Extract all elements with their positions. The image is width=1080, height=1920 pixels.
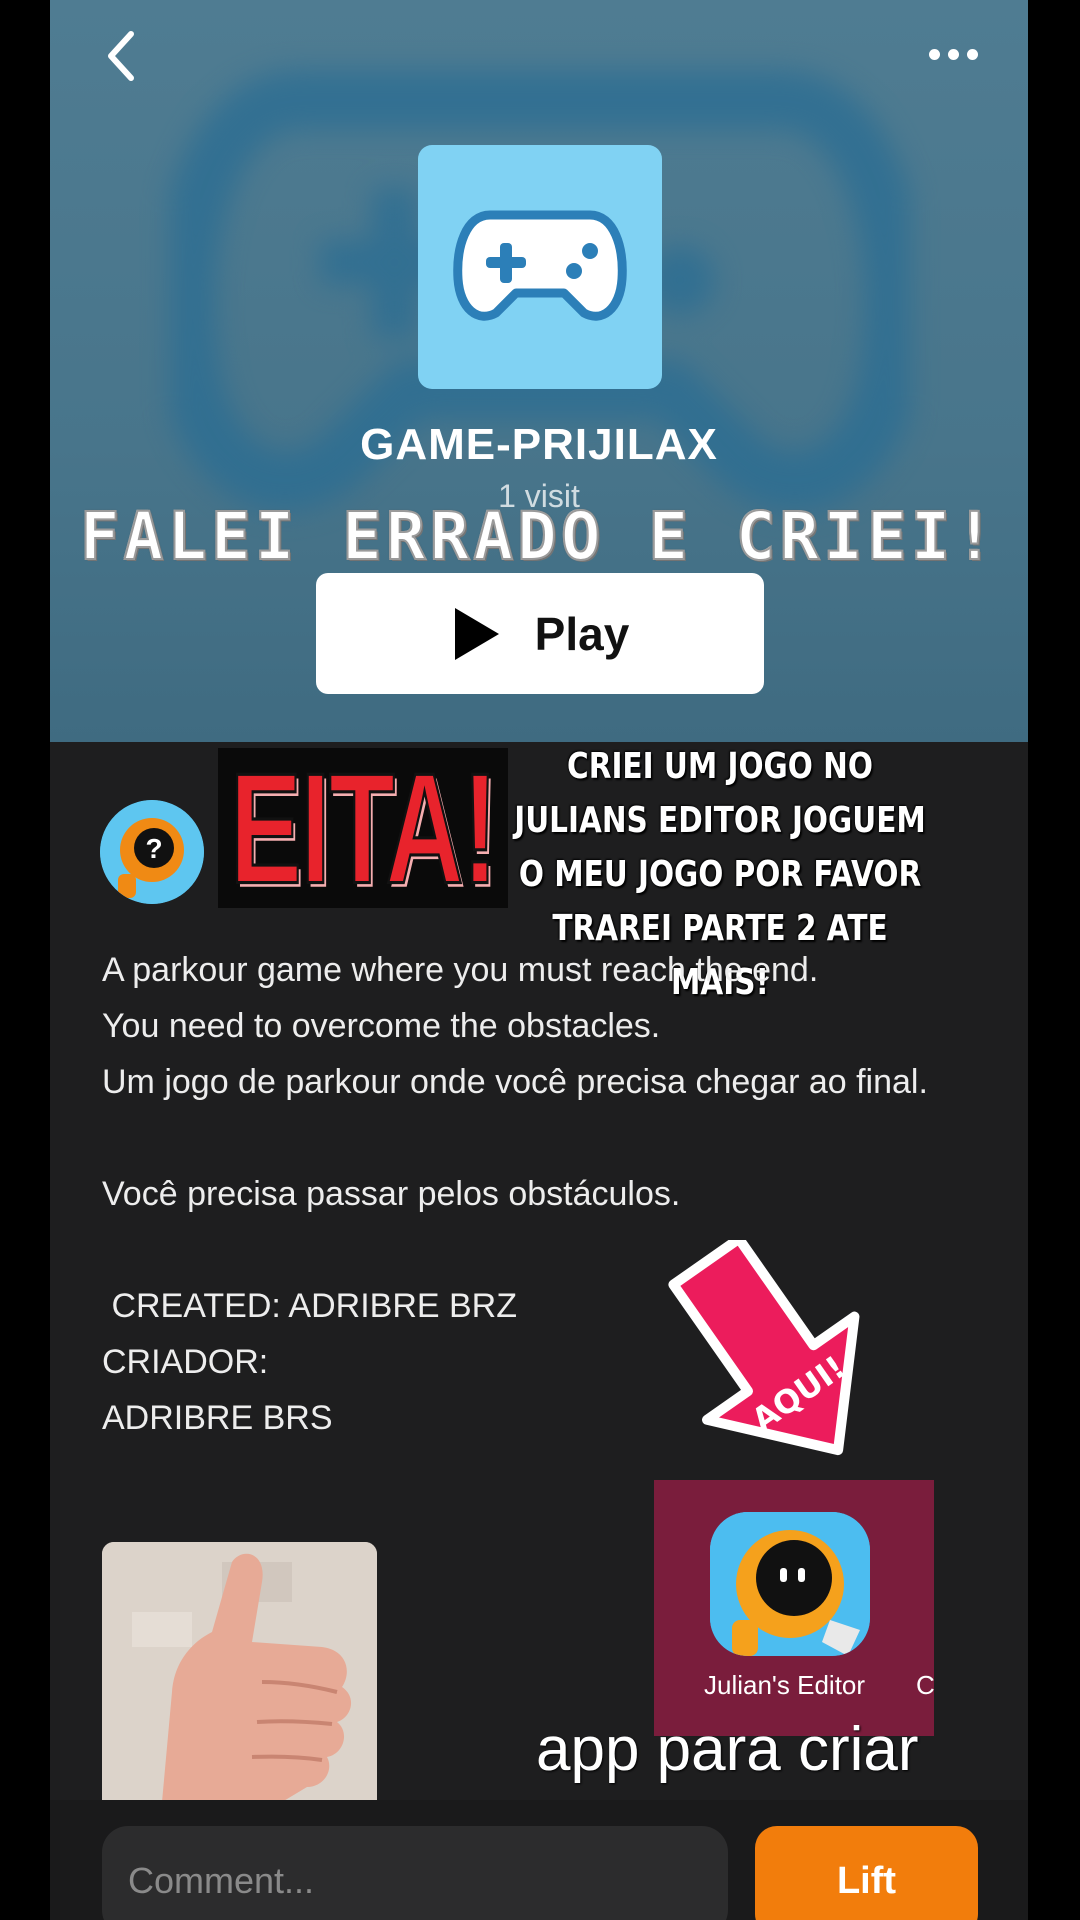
app-label: Julian's Editor	[704, 1670, 866, 1700]
game-title: GAME-PRIJILAX	[360, 420, 718, 469]
chevron-left-icon	[108, 31, 134, 81]
more-dot	[947, 48, 959, 60]
play-label: Play	[534, 607, 630, 660]
gamepad-icon	[453, 210, 627, 321]
eita-text: EITA!	[229, 739, 499, 917]
thumbs-up-photo	[102, 1542, 377, 1802]
svg-text:?: ?	[145, 833, 162, 864]
comment-input[interactable]	[102, 1826, 728, 1920]
julians-editor-app-icon[interactable]	[710, 1512, 870, 1656]
author-avatar[interactable]: ?	[100, 800, 204, 904]
arrow-sticker: AQUI!	[668, 1240, 860, 1456]
next-app-label: C	[916, 1670, 935, 1700]
lift-button[interactable]: Lift	[755, 1826, 978, 1920]
more-options-button[interactable]	[918, 36, 988, 72]
play-triangle-icon	[454, 607, 499, 660]
post-image[interactable]	[102, 1542, 377, 1802]
overlay-headline: FALEI ERRADO E CRIEI!	[79, 497, 999, 576]
overlay-app-caption: app para criar	[536, 1715, 919, 1784]
back-button[interactable]	[90, 26, 150, 86]
app-shortcut-tile: Julian's Editor C	[654, 1480, 935, 1736]
app-mascot-icon	[710, 1512, 870, 1656]
screen: GAME-PRIJILAX 1 visit FALEI ERRADO E CRI…	[50, 0, 1028, 1920]
more-dot	[928, 48, 940, 60]
comment-bar: Lift	[50, 1800, 1028, 1920]
game-hero: GAME-PRIJILAX 1 visit FALEI ERRADO E CRI…	[50, 0, 1028, 742]
more-dot	[966, 48, 978, 60]
play-button[interactable]: Play	[316, 573, 764, 694]
game-icon	[418, 145, 662, 389]
eita-sticker: EITA!	[218, 748, 508, 908]
avatar-image: ?	[100, 800, 204, 904]
